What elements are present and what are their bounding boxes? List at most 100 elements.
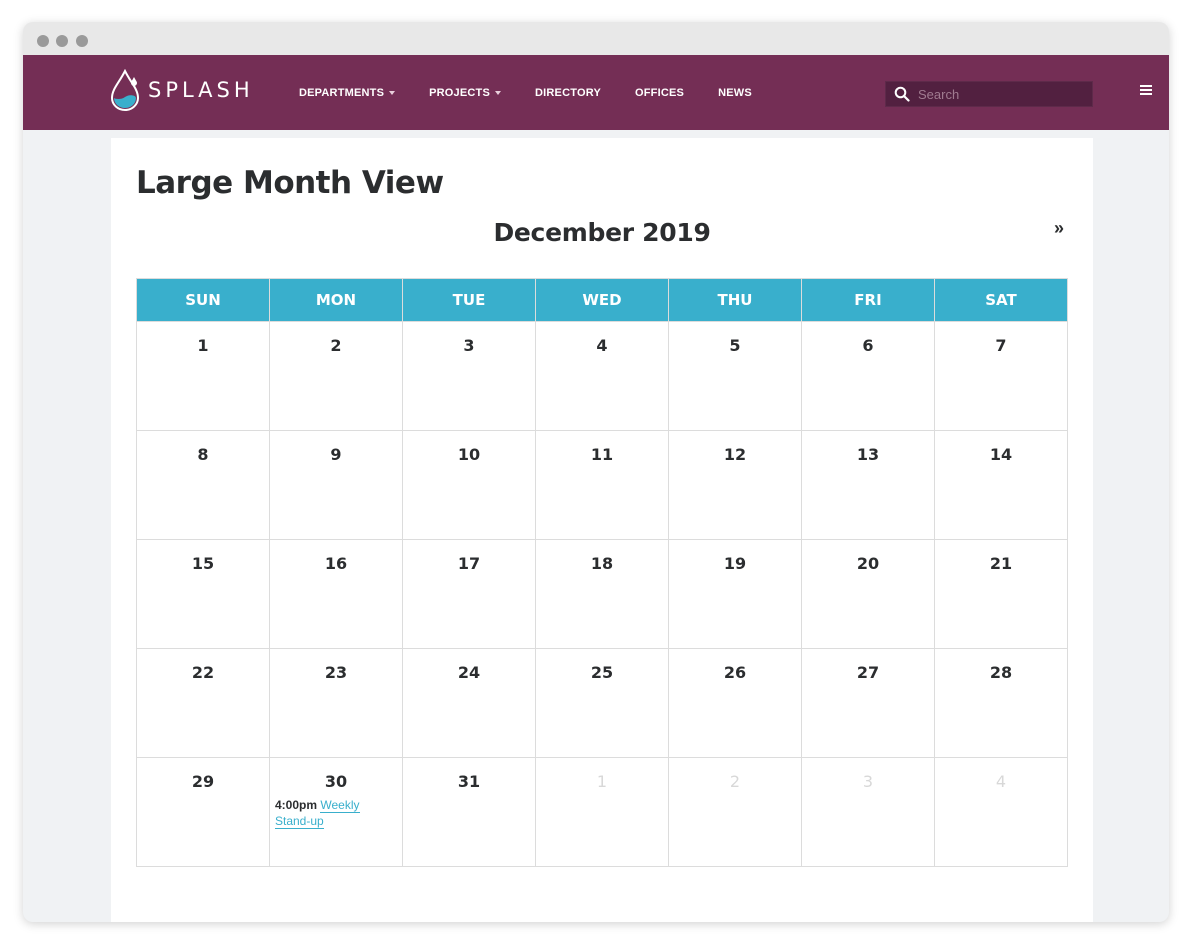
calendar-day-cell[interactable]: 31 [402,757,536,867]
calendar-day-cell[interactable]: 9 [269,430,403,540]
browser-window: SPLASH DEPARTMENTS PROJECTS DIRECTORY OF… [23,22,1169,922]
calendar-day-cell[interactable]: 18 [535,539,669,649]
calendar-event: 4:00pm Weekly Stand-up [270,791,402,829]
chevron-down-icon [495,90,502,95]
weekday-header-thu: THU [668,278,802,322]
calendar-body: 1 2 3 4 5 6 7 8 9 10 11 12 13 14 15 16 17 18 19 20 21 22 23 24 2… [136,321,1068,867]
calendar-day-cell[interactable]: 25 [535,648,669,758]
search-input[interactable] [918,86,1078,102]
weekday-header-sat: SAT [934,278,1068,322]
day-number: 31 [457,772,481,791]
day-number: 15 [191,554,215,573]
calendar-day-cell[interactable]: 27 [801,648,935,758]
day-number: 6 [862,336,874,355]
calendar-day-cell[interactable]: 14 [934,430,1068,540]
calendar-day-cell[interactable]: 1 [136,321,270,431]
day-number: 1 [197,336,209,355]
nav-item-directory[interactable]: DIRECTORY [535,87,601,99]
calendar-day-cell[interactable]: 17 [402,539,536,649]
nav-item-offices[interactable]: OFFICES [635,87,684,99]
window-minimize-dot[interactable] [56,35,68,47]
day-number: 24 [457,663,481,682]
window-maximize-dot[interactable] [76,35,88,47]
day-number: 17 [457,554,481,573]
top-navbar: SPLASH DEPARTMENTS PROJECTS DIRECTORY OF… [23,55,1169,130]
calendar-day-cell-other-month[interactable]: 1 [535,757,669,867]
calendar-month-title: December 2019 [493,218,711,247]
brand-logo[interactable]: SPLASH [109,65,259,115]
calendar-day-cell[interactable]: 4 [535,321,669,431]
calendar-day-cell[interactable]: 29 [136,757,270,867]
calendar-day-cell[interactable]: 7 [934,321,1068,431]
day-number: 9 [330,445,342,464]
day-number: 21 [989,554,1013,573]
calendar-day-cell[interactable]: 2 [269,321,403,431]
calendar-day-cell[interactable]: 26 [668,648,802,758]
calendar-week-row: 29 30 4:00pm Weekly Stand-up 31 1 2 3 4 [136,757,1068,867]
day-number: 13 [856,445,880,464]
nav-item-projects[interactable]: PROJECTS [429,87,502,99]
calendar-day-cell[interactable]: 28 [934,648,1068,758]
day-number: 3 [463,336,475,355]
brand-name: SPLASH [148,78,254,102]
calendar-week-row: 1 2 3 4 5 6 7 [136,321,1068,431]
day-number: 18 [590,554,614,573]
page-title: Large Month View [136,165,444,201]
weekday-header-tue: TUE [402,278,536,322]
calendar-day-cell[interactable]: 13 [801,430,935,540]
day-number: 25 [590,663,614,682]
window-close-dot[interactable] [37,35,49,47]
day-number: 20 [856,554,880,573]
weekday-header-sun: SUN [136,278,270,322]
water-drop-icon [110,69,140,111]
day-number: 10 [457,445,481,464]
day-number: 27 [856,663,880,682]
calendar-day-cell[interactable]: 16 [269,539,403,649]
day-number: 26 [723,663,747,682]
calendar-day-cell[interactable]: 3 [402,321,536,431]
day-number: 22 [191,663,215,682]
calendar-day-cell[interactable]: 15 [136,539,270,649]
day-number: 4 [596,336,608,355]
nav-item-departments[interactable]: DEPARTMENTS [299,87,396,99]
calendar-day-cell[interactable]: 22 [136,648,270,758]
day-number: 30 [324,772,348,791]
calendar-day-cell[interactable]: 19 [668,539,802,649]
day-number: 23 [324,663,348,682]
calendar-day-cell[interactable]: 6 [801,321,935,431]
calendar-day-cell-other-month[interactable]: 3 [801,757,935,867]
next-month-button[interactable]: » [1054,218,1064,239]
calendar-day-cell[interactable]: 12 [668,430,802,540]
calendar-day-cell[interactable]: 11 [535,430,669,540]
hamburger-menu-icon[interactable] [1140,85,1152,99]
search-icon [894,86,910,102]
event-time: 4:00pm [275,798,318,812]
day-number: 7 [995,336,1007,355]
calendar-day-cell[interactable]: 20 [801,539,935,649]
day-number: 4 [995,772,1007,791]
calendar-day-cell[interactable]: 10 [402,430,536,540]
weekday-header-mon: MON [269,278,403,322]
day-number: 11 [590,445,614,464]
calendar-day-cell[interactable]: 23 [269,648,403,758]
day-number: 2 [729,772,741,791]
calendar-week-row: 8 9 10 11 12 13 14 [136,430,1068,540]
day-number: 14 [989,445,1013,464]
nav-item-news[interactable]: NEWS [718,87,752,99]
calendar-day-cell[interactable]: 30 4:00pm Weekly Stand-up [269,757,403,867]
chevron-down-icon [389,90,396,95]
calendar-day-cell-other-month[interactable]: 2 [668,757,802,867]
weekday-header-row: SUN MON TUE WED THU FRI SAT [136,278,1068,322]
calendar-day-cell[interactable]: 8 [136,430,270,540]
calendar-week-row: 15 16 17 18 19 20 21 [136,539,1068,649]
weekday-header-wed: WED [535,278,669,322]
calendar-day-cell[interactable]: 5 [668,321,802,431]
day-number: 8 [197,445,209,464]
search-box[interactable] [885,81,1093,107]
day-number: 2 [330,336,342,355]
calendar-day-cell-other-month[interactable]: 4 [934,757,1068,867]
day-number: 12 [723,445,747,464]
calendar-day-cell[interactable]: 24 [402,648,536,758]
calendar-day-cell[interactable]: 21 [934,539,1068,649]
day-number: 16 [324,554,348,573]
